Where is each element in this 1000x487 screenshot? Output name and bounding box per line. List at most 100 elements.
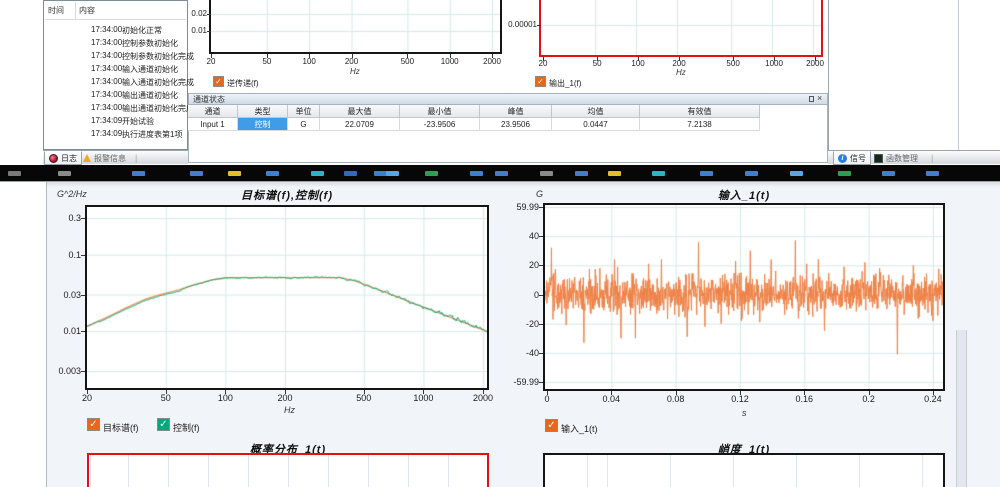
signal-panel [828,0,1000,150]
table-header-cell: 峰值 [480,105,552,118]
tick-mark [211,54,212,58]
table-cell: 控制 [238,118,288,131]
top-right-chart-canvas [541,0,821,55]
tick-mark [539,295,543,296]
log-header-underline [45,19,186,20]
tick-mark [539,353,543,354]
psd-xaxis-label: Hz [284,406,295,415]
taskbar-icon [386,171,399,176]
tick-mark [225,390,226,394]
log-entry-time: 17:34:00 [91,77,122,86]
taskbar-icon [838,171,851,176]
tick-label: 59.99 [516,203,539,212]
tick-mark [537,25,541,26]
log-entry-time: 17:34:09 [91,129,122,138]
log-col-content: 内容 [79,7,95,15]
tick-label: 2000 [806,60,824,68]
tick-mark [774,57,775,61]
tab-alarm[interactable]: 报警信息 [79,152,130,164]
tick-mark [81,218,85,219]
tick-mark [547,391,548,395]
tick-label: 0.003 [58,367,81,376]
taskbar-icon [266,171,279,176]
tick-label: 0.1 [68,251,81,260]
taskbar-icon [58,171,71,176]
tick-mark [352,54,353,58]
table-cell: 22.0709 [320,118,400,131]
log-header-divider [75,2,76,19]
table-cell: Input 1 [188,118,238,131]
tick-label: 0.12 [731,395,749,404]
input1-chart-title: 输入_1(t) [718,187,770,203]
legend-label-input1: 输入_1(t) [561,422,598,435]
table-header-cell: 通道 [188,105,238,118]
tick-label: -20 [526,320,539,329]
probability-chart-plot[interactable] [87,453,489,487]
psd-chart-title: 目标谱(f),控制(f) [241,187,333,203]
tick-label: 50 [262,58,271,66]
close-icon[interactable]: × [817,94,822,103]
legend-checkbox-inverse-transfer[interactable]: ✓ [213,76,224,87]
taskbar-icon [608,171,621,176]
tick-mark [207,31,211,32]
tick-label: -59.99 [513,378,539,387]
function-manager-icon [874,154,883,163]
tick-mark [597,57,598,61]
tab-function-manager[interactable]: 函数管理 [870,152,922,164]
log-entry-message: 执行进度表第1项 [122,129,182,140]
tick-label: -40 [526,349,539,358]
tick-label: 100 [303,58,316,66]
tick-mark [539,265,543,266]
tick-mark [804,391,805,395]
top-left-chart-canvas [211,0,500,52]
legend-label-target-spectrum: 目标谱(f) [103,421,139,434]
table-cell: 7.2138 [640,118,760,131]
tick-mark [679,57,680,61]
taskbar-icon [190,171,203,176]
table-header-cell: 类型 [238,105,288,118]
tab-signal-label: 信号 [850,153,866,164]
tab-signal[interactable]: i 信号 [833,151,871,165]
table-cell: -23.9506 [400,118,480,131]
tick-label: 50 [161,394,171,403]
tick-mark [869,391,870,395]
tab-separator: | [931,153,933,163]
log-entry-time: 17:34:00 [91,90,122,99]
tick-label: 200 [277,394,292,403]
legend-checkbox-target-spectrum[interactable]: ✓ [87,418,100,431]
taskbar-icon [926,171,939,176]
tick-label: 0.3 [68,214,81,223]
tick-mark [450,54,451,58]
table-cell: 23.9506 [480,118,552,131]
kurtosis-chart-grid [545,455,943,487]
log-entry-message: 初始化正常 [122,25,162,36]
tick-mark [285,390,286,394]
pin-icon[interactable] [809,96,814,102]
log-entry-time: 17:34:00 [91,51,122,60]
legend-label-control: 控制(f) [173,421,200,434]
tick-mark [539,382,543,383]
tick-label: 500 [356,394,371,403]
log-entry-message: 输出通道初始化完成 [122,103,194,114]
table-header-cell: 最大值 [320,105,400,118]
log-col-time: 时间 [48,7,64,15]
tick-mark [733,57,734,61]
legend-checkbox-input1[interactable]: ✓ [545,419,558,432]
tick-label: 0.08 [667,395,685,404]
tab-log[interactable]: 日志 [44,151,82,165]
taskbar-icon [745,171,758,176]
table-header-cell: 单位 [288,105,320,118]
tick-mark [492,54,493,58]
tick-mark [207,14,211,15]
kurtosis-chart-plot[interactable] [543,453,945,487]
taskbar-icon [540,171,553,176]
scrollbar[interactable] [956,330,967,487]
tick-label: 0.2 [862,395,875,404]
tick-mark [407,54,408,58]
legend-checkbox-control[interactable]: ✓ [157,418,170,431]
tick-label: 20 [207,58,216,66]
tick-mark [539,207,543,208]
legend-label-inverse-transfer: 逆传递(f) [227,78,259,89]
legend-checkbox-output1[interactable]: ✓ [535,76,546,87]
tick-mark [81,331,85,332]
